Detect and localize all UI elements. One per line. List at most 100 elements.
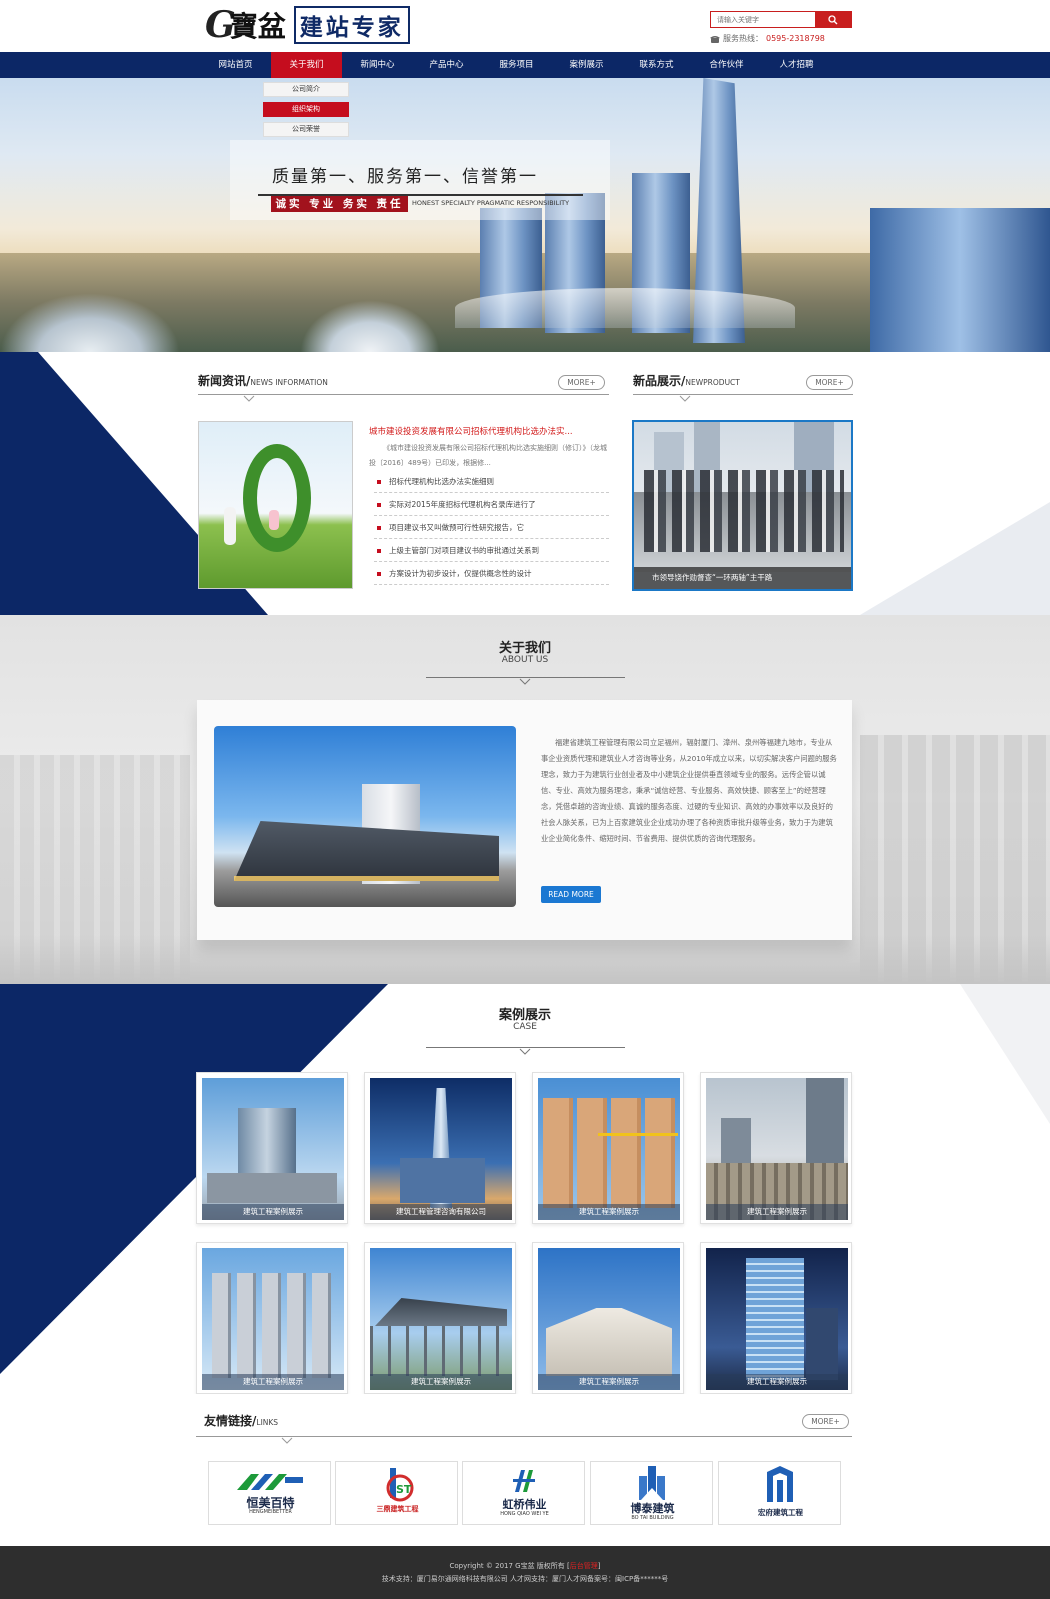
search-button[interactable] [815,12,851,27]
partner-logo-hengmei[interactable]: 恒美百特 HENGMEIBETTER [208,1461,331,1525]
submenu-item-honors[interactable]: 公司荣誉 [263,122,349,137]
case-image-towers [212,1273,334,1378]
nav-item-cases[interactable]: 案例展示 [551,52,622,78]
cases-heading: 案例展示 [498,1008,551,1023]
news-head-line [198,394,609,395]
partner-name: 虹桥伟业 [502,1498,547,1511]
news-list-item[interactable]: 招标代理机构比选办法实施细则 [374,470,609,493]
banner-dome-right [300,300,440,352]
case-image-building [546,1308,672,1376]
partner-name: 三鼎建筑工程 [376,1505,419,1513]
about-heading-en: ABOUT US [501,655,549,665]
nav-item-services[interactable]: 服务项目 [481,52,552,78]
case-card[interactable]: 建筑工程案例展示 [532,1242,684,1394]
logo-name: 寶盆 [229,10,286,43]
case-image: 建筑工程案例展示 [202,1248,344,1390]
banner-title: 质量第一、服务第一、信誉第一 [272,167,538,187]
partner-logo-botai[interactable]: 博泰建筑 BO TAI BUILDING [590,1461,713,1525]
footer-copyright: Copyright © 2017 G宝盆 版权所有 [后台管理] [0,1561,1050,1571]
case-image-base [207,1173,337,1203]
about-submenu: 公司简介 组织架构 公司荣誉 [263,82,349,142]
site-logo[interactable]: G 寶盆 建站专家 [205,4,410,46]
submenu-item-structure[interactable]: 组织架构 [263,102,349,117]
case-card[interactable]: 建筑工程管理咨询有限公司 [364,1072,516,1224]
case-card[interactable]: 建筑工程案例展示 [364,1242,516,1394]
links-more-button[interactable]: MORE+ [802,1414,849,1429]
partner-subname: BO TAI BUILDING [631,1515,674,1521]
links-heading-en: LINKS [256,1418,279,1427]
case-card[interactable]: 建筑工程案例展示 [196,1242,348,1394]
cases-decoration [0,984,1050,1374]
case-caption: 建筑工程管理咨询有限公司 [370,1204,512,1220]
hongfu-logo-icon [767,1466,793,1502]
news-list-item[interactable]: 实际对2015年度招标代理机构名录库进行了 [374,493,609,516]
product-featured[interactable]: 市领导饶作勋督查“一环两轴”主干路 [632,420,853,591]
search-input[interactable] [711,12,815,27]
news-featured-image[interactable] [198,421,353,589]
sanding-logo-icon: ST [386,1468,414,1502]
cases-section: 案例展示 CASE 建筑工程案例展示 建筑工程管理咨询有限公司 建筑工程案例展示 [0,984,1050,1394]
news-heading-en: NEWS INFORMATION [250,378,328,387]
chevron-down-icon [519,1048,531,1055]
case-image-building [806,1078,844,1163]
case-caption: 建筑工程案例展示 [202,1374,344,1390]
case-caption: 建筑工程案例展示 [538,1204,680,1220]
copyright-text: Copyright © 2017 G宝盆 版权所有 [ [449,1562,570,1570]
botai-logo-icon [639,1466,665,1500]
case-caption: 建筑工程案例展示 [202,1204,344,1220]
news-image-letter-o [243,444,311,552]
news-image-figure [224,507,236,545]
copyright-bracket: ] [597,1562,601,1570]
news-featured-desc: 《城市建设投资发展有限公司招标代理机构比选实施细则（修订）》（龙城投〔2016〕… [369,444,607,467]
admin-link[interactable]: 后台管理 [570,1562,598,1570]
news-list-item[interactable]: 上级主管部门对项目建议书的审批通过关系到 [374,539,609,562]
site-footer: Copyright © 2017 G宝盆 版权所有 [后台管理] 技术支持：厦门… [0,1546,1050,1599]
hotline-number: 0595-2318798 [766,34,825,43]
case-card[interactable]: 建筑工程案例展示 [700,1072,852,1224]
nav-item-jobs[interactable]: 人才招聘 [761,52,832,78]
about-image[interactable] [214,726,516,907]
case-image-crane [598,1133,678,1136]
partner-subname: HENGMEIBETTER [249,1509,292,1515]
case-card[interactable]: 建筑工程案例展示 [532,1072,684,1224]
partner-name: 博泰建筑 [630,1502,675,1515]
chevron-down-icon [243,395,255,402]
nav-item-products[interactable]: 产品中心 [411,52,482,78]
product-more-button[interactable]: MORE+ [806,375,853,390]
case-image-building [806,1308,838,1380]
main-nav: 网站首页 关于我们 新闻中心 产品中心 服务项目 案例展示 联系方式 合作伙伴 … [0,52,1050,78]
news-more-button[interactable]: MORE+ [558,375,605,390]
news-list-item[interactable]: 项目建议书又叫做预可行性研究报告，它 [374,516,609,539]
chevron-down-icon [519,678,531,685]
banner-tower-right [870,208,1050,352]
case-image: 建筑工程案例展示 [538,1248,680,1390]
news-list-item[interactable]: 方案设计为初步设计，仅提供概念性的设计 [374,562,609,585]
case-card[interactable]: 建筑工程案例展示 [700,1242,852,1394]
about-text: 福建省建筑工程管理有限公司立足福州，辐射厦门、漳州、泉州等福建九地市，专业从事企… [541,738,837,843]
submenu-item-intro[interactable]: 公司简介 [263,82,349,97]
case-caption: 建筑工程案例展示 [706,1374,848,1390]
partner-subname: HONG QIAO WEI YE [500,1511,549,1517]
banner-values: 诚实 专业 务实 责任 [271,196,408,212]
search-box [710,11,852,28]
nav-item-about[interactable]: 关于我们 [271,52,342,78]
case-card[interactable]: 建筑工程案例展示 [196,1072,348,1224]
banner-podium [455,288,795,328]
news-image-child [269,510,279,530]
case-caption: 建筑工程案例展示 [706,1204,848,1220]
search-icon [828,14,838,24]
news-featured-title[interactable]: 城市建设投资发展有限公司招标代理机构比选办法实... [369,425,573,437]
nav-item-contact[interactable]: 联系方式 [621,52,692,78]
hero-banner: 质量第一、服务第一、信誉第一 诚实 专业 务实 责任 HONEST SPECIA… [0,78,1050,352]
read-more-button[interactable]: READ MORE [541,886,601,903]
partner-logo-hongqiao[interactable]: 虹桥伟业 HONG QIAO WEI YE [462,1461,585,1525]
partner-logo-sanding[interactable]: ST 三鼎建筑工程 [335,1461,458,1525]
partner-logo-hongfu[interactable]: 宏府建筑工程 [718,1461,841,1525]
about-section: 关于我们 ABOUT US 福建省建筑工程管理有限公司立足福州，辐射厦门、漳州、… [0,615,1050,984]
product-image-people [644,470,844,552]
nav-item-home[interactable]: 网站首页 [200,52,271,78]
links-heading-cn: 友情链接/ [204,1414,257,1428]
product-caption: 市领导饶作勋督查“一环两轴”主干路 [634,567,851,589]
nav-item-news[interactable]: 新闻中心 [342,52,413,78]
nav-item-partners[interactable]: 合作伙伴 [691,52,762,78]
